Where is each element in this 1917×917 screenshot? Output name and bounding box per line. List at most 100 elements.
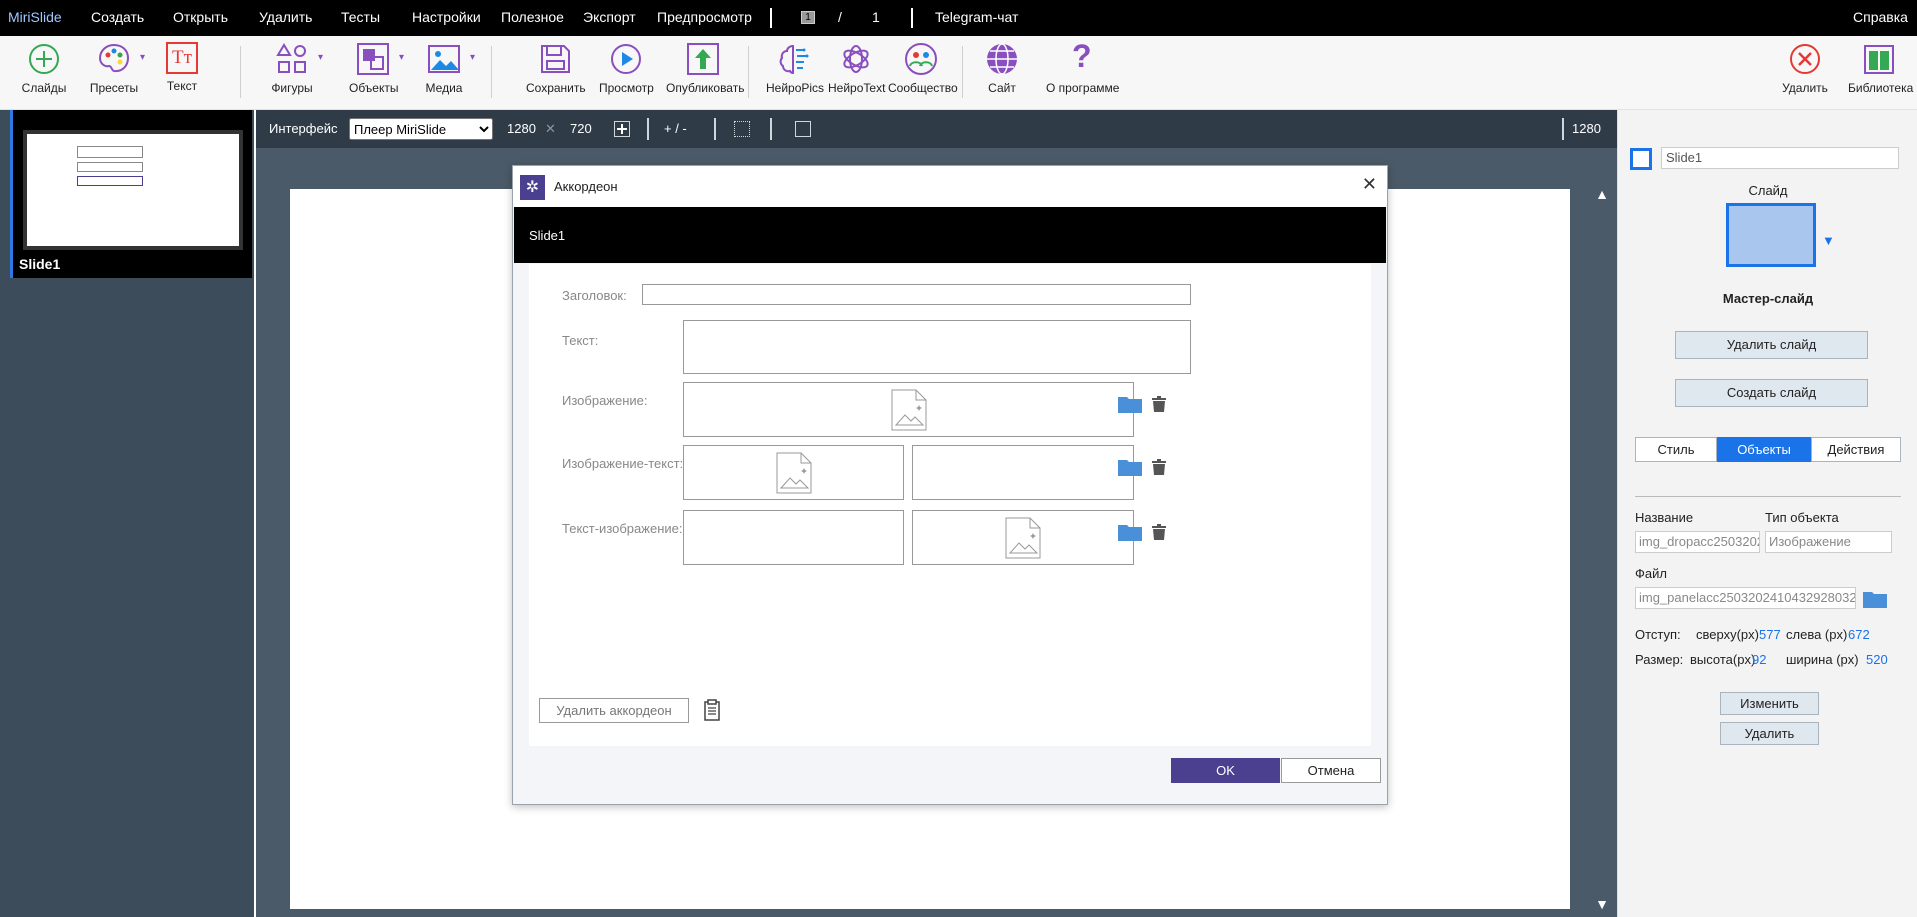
- slide-thumbnail[interactable]: Slide1: [10, 110, 252, 278]
- file-input[interactable]: img_panelacc25032024104329280326: [1635, 587, 1856, 609]
- toolbar-separator: [748, 46, 749, 98]
- image-placeholder-icon: [891, 389, 926, 430]
- heading-label: Заголовок:: [562, 288, 627, 303]
- cancel-button[interactable]: Отмена: [1281, 758, 1381, 783]
- publish-button[interactable]: Опубликовать: [666, 42, 744, 95]
- delete-accordion-button[interactable]: Удалить аккордеон: [539, 698, 689, 723]
- ai-knot-icon: [839, 42, 873, 76]
- folder-icon[interactable]: [1863, 590, 1887, 608]
- library-button[interactable]: Библиотека: [1848, 42, 1913, 95]
- image-text-text-input[interactable]: [912, 445, 1134, 500]
- slides-button[interactable]: Слайды: [20, 42, 68, 95]
- player-select[interactable]: Плеер MiriSlide: [349, 118, 493, 140]
- menu-preview[interactable]: Предпросмотр: [657, 0, 752, 36]
- scroll-down-icon[interactable]: ▼: [1595, 896, 1609, 912]
- menu-telegram-chat[interactable]: Telegram-чат: [935, 0, 1018, 36]
- dialog-titlebar: ✲ Аккордеон ✕: [513, 166, 1387, 207]
- media-label: Медиа: [425, 81, 463, 95]
- object-type-input[interactable]: Изображение: [1765, 531, 1892, 553]
- times-icon: ✕: [545, 121, 556, 136]
- size-width-value[interactable]: 520: [1866, 652, 1888, 667]
- slide-preview[interactable]: [1726, 203, 1816, 267]
- menu-help[interactable]: Справка: [1853, 0, 1908, 36]
- size-width-label: ширина (px): [1786, 652, 1859, 667]
- select-all-checkbox[interactable]: [1630, 148, 1652, 170]
- menu-useful[interactable]: Полезное: [501, 0, 564, 36]
- play-icon: [609, 42, 643, 76]
- presets-button[interactable]: ▾ Пресеты: [88, 42, 145, 95]
- image-placeholder-icon: [1005, 517, 1041, 558]
- delete-button[interactable]: Удалить: [1782, 42, 1828, 95]
- image-text-image-dropzone[interactable]: [683, 445, 904, 500]
- slide-name-input[interactable]: Slide1: [1661, 147, 1899, 169]
- slides-panel: Slide1: [0, 110, 254, 917]
- menu-export[interactable]: Экспорт: [583, 0, 636, 36]
- page-current-input[interactable]: 1: [801, 11, 815, 24]
- menu-open[interactable]: Открыть: [173, 0, 228, 36]
- shapes-button[interactable]: ▾ Фигуры: [271, 42, 323, 95]
- change-button[interactable]: Изменить: [1720, 692, 1819, 715]
- delete-slide-button[interactable]: Удалить слайд: [1675, 331, 1868, 359]
- site-button[interactable]: Сайт: [985, 42, 1019, 95]
- objects-button[interactable]: ▾ Объекты: [349, 42, 404, 95]
- menu-settings[interactable]: Настройки: [412, 0, 481, 36]
- object-name-input[interactable]: img_dropacc2503202: [1635, 531, 1760, 553]
- folder-icon[interactable]: [1118, 458, 1142, 476]
- toolbar-separator: [1562, 118, 1564, 140]
- text-button[interactable]: Тт Текст: [162, 42, 202, 93]
- neurotext-button[interactable]: НейроText: [828, 42, 885, 95]
- trash-icon[interactable]: [1152, 524, 1166, 540]
- dialog-title: Аккордеон: [554, 179, 618, 194]
- preview-button[interactable]: Просмотр: [599, 42, 654, 95]
- close-icon[interactable]: ✕: [1362, 174, 1377, 195]
- page-separator: /: [838, 9, 842, 25]
- grid-icon[interactable]: [734, 121, 750, 137]
- slide-width-value[interactable]: 1280: [507, 121, 536, 136]
- toolbar-separator: [647, 118, 649, 140]
- heading-input[interactable]: [642, 284, 1191, 305]
- folder-icon[interactable]: [1118, 395, 1142, 413]
- toolbar: Слайды ▾ Пресеты Тт Текст ▾ Фигуры ▾ Объ…: [0, 36, 1917, 110]
- toolbar-separator: [962, 46, 963, 98]
- dialog-slide-name: Slide1: [514, 207, 1386, 263]
- trash-icon[interactable]: [1152, 459, 1166, 475]
- chevron-down-icon[interactable]: ▼: [1822, 233, 1835, 248]
- slides-label: Слайды: [21, 81, 67, 95]
- menu-delete[interactable]: Удалить: [259, 0, 312, 36]
- menu-create[interactable]: Создать: [91, 0, 144, 36]
- dialog-body: Заголовок: Текст: Изображение: Изображен…: [529, 264, 1371, 746]
- clipboard-icon[interactable]: [704, 699, 722, 721]
- slide-height-value[interactable]: 720: [570, 121, 592, 136]
- size-height-value[interactable]: 92: [1752, 652, 1766, 667]
- create-slide-button[interactable]: Создать слайд: [1675, 379, 1868, 407]
- tab-objects[interactable]: Объекты: [1717, 437, 1811, 462]
- tab-style[interactable]: Стиль: [1635, 437, 1717, 462]
- offset-left-value[interactable]: 672: [1848, 627, 1870, 642]
- delete-object-button[interactable]: Удалить: [1720, 722, 1819, 745]
- object-type-label: Тип объекта: [1765, 510, 1839, 525]
- chevron-down-icon: ▾: [317, 52, 323, 63]
- text-image-text-input[interactable]: [683, 510, 904, 565]
- frame-icon[interactable]: [795, 121, 811, 137]
- community-button[interactable]: Сообщество: [888, 42, 958, 95]
- trash-icon[interactable]: [1152, 396, 1166, 412]
- media-button[interactable]: ▾ Медиа: [425, 42, 475, 95]
- ok-button[interactable]: OK: [1171, 758, 1280, 783]
- tab-actions[interactable]: Действия: [1811, 437, 1901, 462]
- text-input[interactable]: [683, 320, 1191, 374]
- folder-icon[interactable]: [1118, 523, 1142, 541]
- about-button[interactable]: ? О программе: [1046, 38, 1119, 95]
- neuropics-label: НейроPics: [766, 81, 825, 95]
- neuropics-button[interactable]: НейроPics: [766, 42, 825, 95]
- menu-tests[interactable]: Тесты: [341, 0, 380, 36]
- text-image-image-dropzone[interactable]: [912, 510, 1134, 565]
- ruler-value: 1280: [1572, 121, 1601, 136]
- offset-top-value[interactable]: 577: [1759, 627, 1781, 642]
- scroll-up-icon[interactable]: ▲: [1595, 186, 1609, 202]
- library-icon: [1862, 42, 1896, 76]
- fit-canvas-icon[interactable]: [614, 121, 630, 137]
- save-button[interactable]: Сохранить: [526, 42, 586, 95]
- app-brand[interactable]: MiriSlide: [8, 0, 62, 36]
- zoom-controls[interactable]: + / -: [664, 121, 687, 136]
- image-dropzone[interactable]: [683, 382, 1134, 437]
